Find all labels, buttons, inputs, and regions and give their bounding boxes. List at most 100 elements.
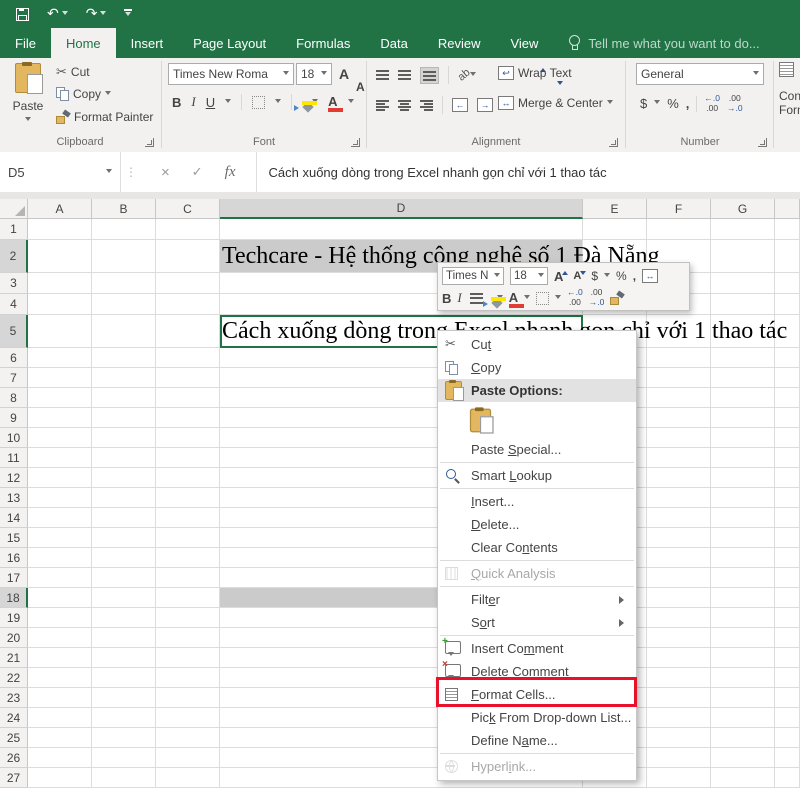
grid-cell[interactable] <box>92 708 156 728</box>
grid-cell[interactable] <box>28 668 92 688</box>
grid-cell[interactable] <box>156 348 220 368</box>
grid-cell[interactable] <box>711 728 775 748</box>
row-header-11[interactable]: 11 <box>0 448 28 468</box>
grid-cell[interactable] <box>92 388 156 408</box>
grid-cell[interactable] <box>711 240 775 273</box>
save-button[interactable] <box>16 8 29 21</box>
format-painter-button[interactable]: Format Painter <box>56 110 153 124</box>
mini-format-painter-button[interactable] <box>610 292 624 305</box>
merge-center-button[interactable]: ↔Merge & Center <box>498 96 613 110</box>
grid-cell[interactable] <box>156 273 220 294</box>
borders-button[interactable] <box>252 96 265 109</box>
grid-cell[interactable] <box>711 388 775 408</box>
grid-cell[interactable] <box>92 568 156 588</box>
menu-item-sort[interactable]: Sort <box>438 611 636 634</box>
menu-item-filter[interactable]: Filter <box>438 588 636 611</box>
column-header-c[interactable]: C <box>156 199 220 219</box>
grid-cell[interactable] <box>92 508 156 528</box>
grid-cell[interactable] <box>156 628 220 648</box>
grid-cell[interactable] <box>156 468 220 488</box>
font-dialog-launcher-icon[interactable] <box>351 138 360 147</box>
alignment-dialog-launcher-icon[interactable] <box>609 138 618 147</box>
grid-cell[interactable] <box>92 315 156 348</box>
grid-cell[interactable] <box>156 768 220 788</box>
tab-insert[interactable]: Insert <box>116 28 179 58</box>
enter-button[interactable]: ✓ <box>192 165 203 180</box>
grid-cell[interactable] <box>775 588 800 608</box>
row-header-7[interactable]: 7 <box>0 368 28 388</box>
tell-me-box[interactable]: Tell me what you want to do... <box>567 28 759 58</box>
grid-cell[interactable] <box>647 668 711 688</box>
row-header-6[interactable]: 6 <box>0 348 28 368</box>
grid-cell[interactable] <box>156 219 220 240</box>
orientation-button[interactable]: ab <box>458 69 476 81</box>
grid-cell[interactable] <box>647 368 711 388</box>
grid-cell[interactable] <box>28 648 92 668</box>
grid-cell[interactable] <box>647 508 711 528</box>
row-header-4[interactable]: 4 <box>0 294 28 315</box>
decrease-decimal-button[interactable]: .00→.0 <box>727 94 743 114</box>
grid-cell[interactable] <box>647 588 711 608</box>
row-header-1[interactable]: 1 <box>0 219 28 240</box>
grid-cell[interactable] <box>647 728 711 748</box>
grid-cell[interactable] <box>711 748 775 768</box>
grid-cell[interactable] <box>28 768 92 788</box>
grid-cell[interactable] <box>711 428 775 448</box>
grid-cell[interactable] <box>775 348 800 368</box>
row-header-13[interactable]: 13 <box>0 488 28 508</box>
menu-item-clear-contents[interactable]: Clear Contents <box>438 536 636 559</box>
increase-indent-button[interactable]: → <box>477 98 493 112</box>
mini-comma-button[interactable]: , <box>633 269 636 283</box>
chevron-down-icon[interactable] <box>348 99 354 106</box>
formula-bar-grip[interactable]: ⋮ <box>121 152 141 192</box>
row-header-17[interactable]: 17 <box>0 568 28 588</box>
grid-cell[interactable] <box>28 708 92 728</box>
menu-item-hyperlink[interactable]: Hyperlink... <box>438 755 636 778</box>
grid-cell[interactable] <box>92 608 156 628</box>
top-align-button[interactable] <box>376 70 389 81</box>
row-header-24[interactable]: 24 <box>0 708 28 728</box>
grid-cell[interactable] <box>775 728 800 748</box>
grid-cell[interactable] <box>711 548 775 568</box>
align-right-button[interactable] <box>420 100 433 111</box>
grid-cell[interactable] <box>775 568 800 588</box>
grid-cell[interactable] <box>711 408 775 428</box>
grid-cell[interactable] <box>28 468 92 488</box>
italic-button[interactable]: I <box>191 94 195 110</box>
grid-cell[interactable] <box>647 768 711 788</box>
grid-cell[interactable] <box>156 508 220 528</box>
grid-cell[interactable] <box>28 408 92 428</box>
grid-cell[interactable] <box>156 568 220 588</box>
row-header-12[interactable]: 12 <box>0 468 28 488</box>
grid-cell[interactable] <box>28 688 92 708</box>
comma-format-button[interactable]: , <box>686 96 690 111</box>
cancel-button[interactable]: × <box>161 164 170 181</box>
row-header-9[interactable]: 9 <box>0 408 28 428</box>
grid-cell[interactable] <box>711 528 775 548</box>
chevron-down-icon[interactable] <box>555 295 561 302</box>
tab-home[interactable]: Home <box>51 28 116 58</box>
grid-cell[interactable] <box>647 748 711 768</box>
grid-cell[interactable] <box>775 219 800 240</box>
row-header-25[interactable]: 25 <box>0 728 28 748</box>
grid-cell[interactable] <box>647 528 711 548</box>
number-dialog-launcher-icon[interactable] <box>758 138 767 147</box>
grid-cell[interactable] <box>775 448 800 468</box>
chevron-down-icon[interactable] <box>654 100 660 107</box>
chevron-down-icon[interactable] <box>225 99 231 106</box>
grid-cell[interactable] <box>711 488 775 508</box>
grid-cell[interactable] <box>711 588 775 608</box>
chevron-down-icon[interactable] <box>524 295 530 302</box>
paste-option-keep-source-button[interactable] <box>438 402 636 438</box>
grid-cell[interactable] <box>775 748 800 768</box>
mini-font-color-button[interactable]: A <box>509 291 518 305</box>
grid-cell[interactable] <box>92 588 156 608</box>
grid-cell[interactable] <box>647 548 711 568</box>
mini-shrink-font-button[interactable]: A <box>573 271 581 282</box>
row-header-8[interactable]: 8 <box>0 388 28 408</box>
grid-cell[interactable] <box>156 294 220 315</box>
tab-review[interactable]: Review <box>423 28 496 58</box>
grid-cell[interactable] <box>156 315 220 348</box>
paste-button[interactable]: Paste <box>8 63 48 127</box>
grid-cell[interactable] <box>28 488 92 508</box>
